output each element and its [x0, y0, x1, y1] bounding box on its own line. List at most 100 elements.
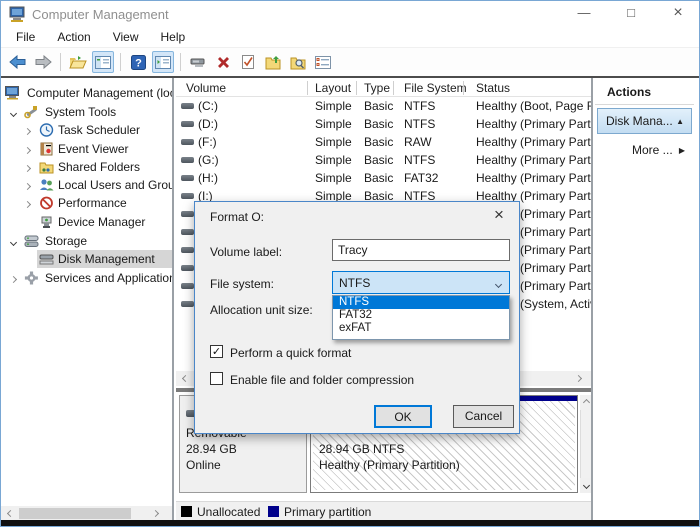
dropdown-option-ntfs[interactable]: NTFS: [333, 296, 509, 309]
storage-icon: [24, 234, 39, 248]
tree-item-label: Services and Applications: [45, 271, 174, 285]
tree-item-computer-management[interactable]: Computer Management (local): [1, 84, 172, 102]
properties-check-button[interactable]: [237, 51, 259, 73]
actions-group-disk-management[interactable]: Disk Mana... ▲: [597, 108, 692, 134]
scroll-up-arrow-icon[interactable]: [580, 395, 593, 410]
tree-item-device-manager[interactable]: Device Manager: [1, 213, 172, 231]
open-folder-icon: [69, 55, 87, 70]
partition-size-label: 28.94 GB NTFS: [319, 442, 404, 456]
volume-row[interactable]: (F:)SimpleBasicRAWHealthy (Primary Parti…: [176, 133, 591, 151]
volume-row[interactable]: (H:)SimpleBasicFAT32Healthy (Primary Par…: [176, 169, 591, 187]
volume-label-input[interactable]: [332, 239, 510, 261]
volume-label-label: Volume label:: [210, 245, 282, 259]
tree-item-local-users-and-groups[interactable]: Local Users and Groups: [1, 176, 172, 194]
computer-icon: [5, 86, 20, 100]
dialog-title: Format O:: [210, 210, 264, 224]
allocation-unit-size-label: Allocation unit size:: [210, 303, 313, 317]
minimize-button[interactable]: —: [567, 1, 601, 25]
file-system-combobox[interactable]: NTFS: [332, 271, 510, 294]
scroll-down-arrow-icon[interactable]: [580, 478, 593, 493]
menu-action[interactable]: Action: [46, 27, 101, 48]
column-header-file-system[interactable]: File System: [404, 81, 467, 95]
menu-file[interactable]: File: [5, 27, 46, 48]
tree-item-label: Disk Management: [58, 252, 155, 266]
details-list-icon: [315, 56, 331, 69]
column-header-volume[interactable]: Volume: [186, 81, 226, 95]
tree-item-task-scheduler[interactable]: Task Scheduler: [1, 121, 172, 139]
window-bottom-edge: [1, 520, 699, 526]
actions-pane: Actions Disk Mana... ▲ More ... ▶: [595, 78, 694, 521]
column-header-type[interactable]: Type: [364, 81, 390, 95]
ok-button[interactable]: OK: [374, 405, 432, 428]
menu-help[interactable]: Help: [150, 27, 197, 48]
primary-partition-swatch: [268, 506, 279, 517]
tree-horizontal-scrollbar[interactable]: [1, 506, 174, 521]
volume-icon: [181, 103, 194, 109]
column-header-status[interactable]: Status: [476, 81, 510, 95]
volume-row[interactable]: (G:)SimpleBasicNTFSHealthy (Primary Part…: [176, 151, 591, 169]
scroll-left-arrow-icon[interactable]: [3, 506, 18, 521]
compression-checkbox[interactable]: [210, 372, 223, 385]
actions-more-item[interactable]: More ... ▶: [597, 139, 692, 161]
cancel-button[interactable]: Cancel: [453, 405, 514, 428]
maximize-button[interactable]: □: [614, 1, 648, 25]
details-list-button[interactable]: [312, 51, 334, 73]
dropdown-option-fat32[interactable]: FAT32: [333, 309, 509, 322]
volume-icon: [181, 139, 194, 145]
delete-button[interactable]: [212, 51, 234, 73]
volume-list-header: Volume Layout Type File System Status: [176, 81, 591, 97]
collapse-arrow-icon[interactable]: ▲: [676, 117, 684, 126]
tree-item-event-viewer[interactable]: Event Viewer: [1, 140, 172, 158]
dropdown-option-exfat[interactable]: exFAT: [333, 322, 509, 335]
back-icon: [9, 55, 27, 69]
toolbar: ?: [1, 48, 699, 76]
expanded-chevron-icon: [9, 239, 16, 246]
column-header-layout[interactable]: Layout: [315, 81, 351, 95]
system-tools-icon: [24, 105, 39, 119]
forward-button[interactable]: [32, 51, 54, 73]
volume-icon: [181, 247, 194, 253]
disk-tool-button[interactable]: [187, 51, 209, 73]
actions-group-label: Disk Mana...: [606, 114, 673, 128]
tree-item-storage[interactable]: Storage: [1, 232, 172, 250]
scrollbar-thumb[interactable]: [19, 508, 131, 519]
users-icon: [39, 178, 54, 192]
close-button[interactable]: ×: [661, 1, 695, 25]
disk-view-vertical-scrollbar[interactable]: [580, 395, 593, 493]
actions-header: Actions: [607, 85, 651, 99]
services-icon: [24, 271, 39, 285]
back-button[interactable]: [7, 51, 29, 73]
legend-label: Primary partition: [284, 505, 371, 519]
submenu-arrow-icon: ▶: [679, 146, 685, 155]
task-scheduler-icon: [39, 123, 54, 137]
legend-bar: Unallocated Primary partition: [176, 501, 591, 521]
unallocated-swatch: [181, 506, 192, 517]
scroll-left-arrow-icon[interactable]: [178, 371, 193, 386]
scroll-right-arrow-icon[interactable]: [148, 506, 163, 521]
folder-search-button[interactable]: [287, 51, 309, 73]
show-action-pane-button[interactable]: [152, 51, 174, 73]
tree-item-system-tools[interactable]: System Tools: [1, 103, 172, 121]
show-console-tree-button[interactable]: [92, 51, 114, 73]
volume-icon: [181, 193, 194, 199]
open-folder-button[interactable]: [67, 51, 89, 73]
tree-item-services-and-applications[interactable]: Services and Applications: [1, 269, 172, 287]
more-actions-label: More ...: [632, 143, 673, 157]
volume-row[interactable]: (C:)SimpleBasicNTFSHealthy (Boot, Page F…: [176, 97, 591, 115]
combobox-value: NTFS: [339, 276, 370, 290]
tree-item-label: Local Users and Groups: [58, 178, 174, 192]
window-title: Computer Management: [32, 7, 169, 22]
tree-item-shared-folders[interactable]: Shared Folders: [1, 158, 172, 176]
disk-management-icon: [39, 252, 54, 266]
volume-row[interactable]: (D:)SimpleBasicNTFSHealthy (Primary Part…: [176, 115, 591, 133]
tree-item-performance[interactable]: Performance: [1, 194, 172, 212]
folder-up-button[interactable]: [262, 51, 284, 73]
menu-view[interactable]: View: [102, 27, 150, 48]
dialog-close-icon[interactable]: ×: [489, 205, 509, 225]
file-system-dropdown: NTFS FAT32 exFAT: [332, 295, 510, 340]
scroll-right-arrow-icon[interactable]: [571, 371, 586, 386]
quick-format-checkbox[interactable]: ✓: [210, 345, 223, 358]
tree-item-disk-management[interactable]: Disk Management: [1, 250, 172, 268]
tree-item-label: Event Viewer: [58, 142, 128, 156]
help-button[interactable]: ?: [127, 51, 149, 73]
